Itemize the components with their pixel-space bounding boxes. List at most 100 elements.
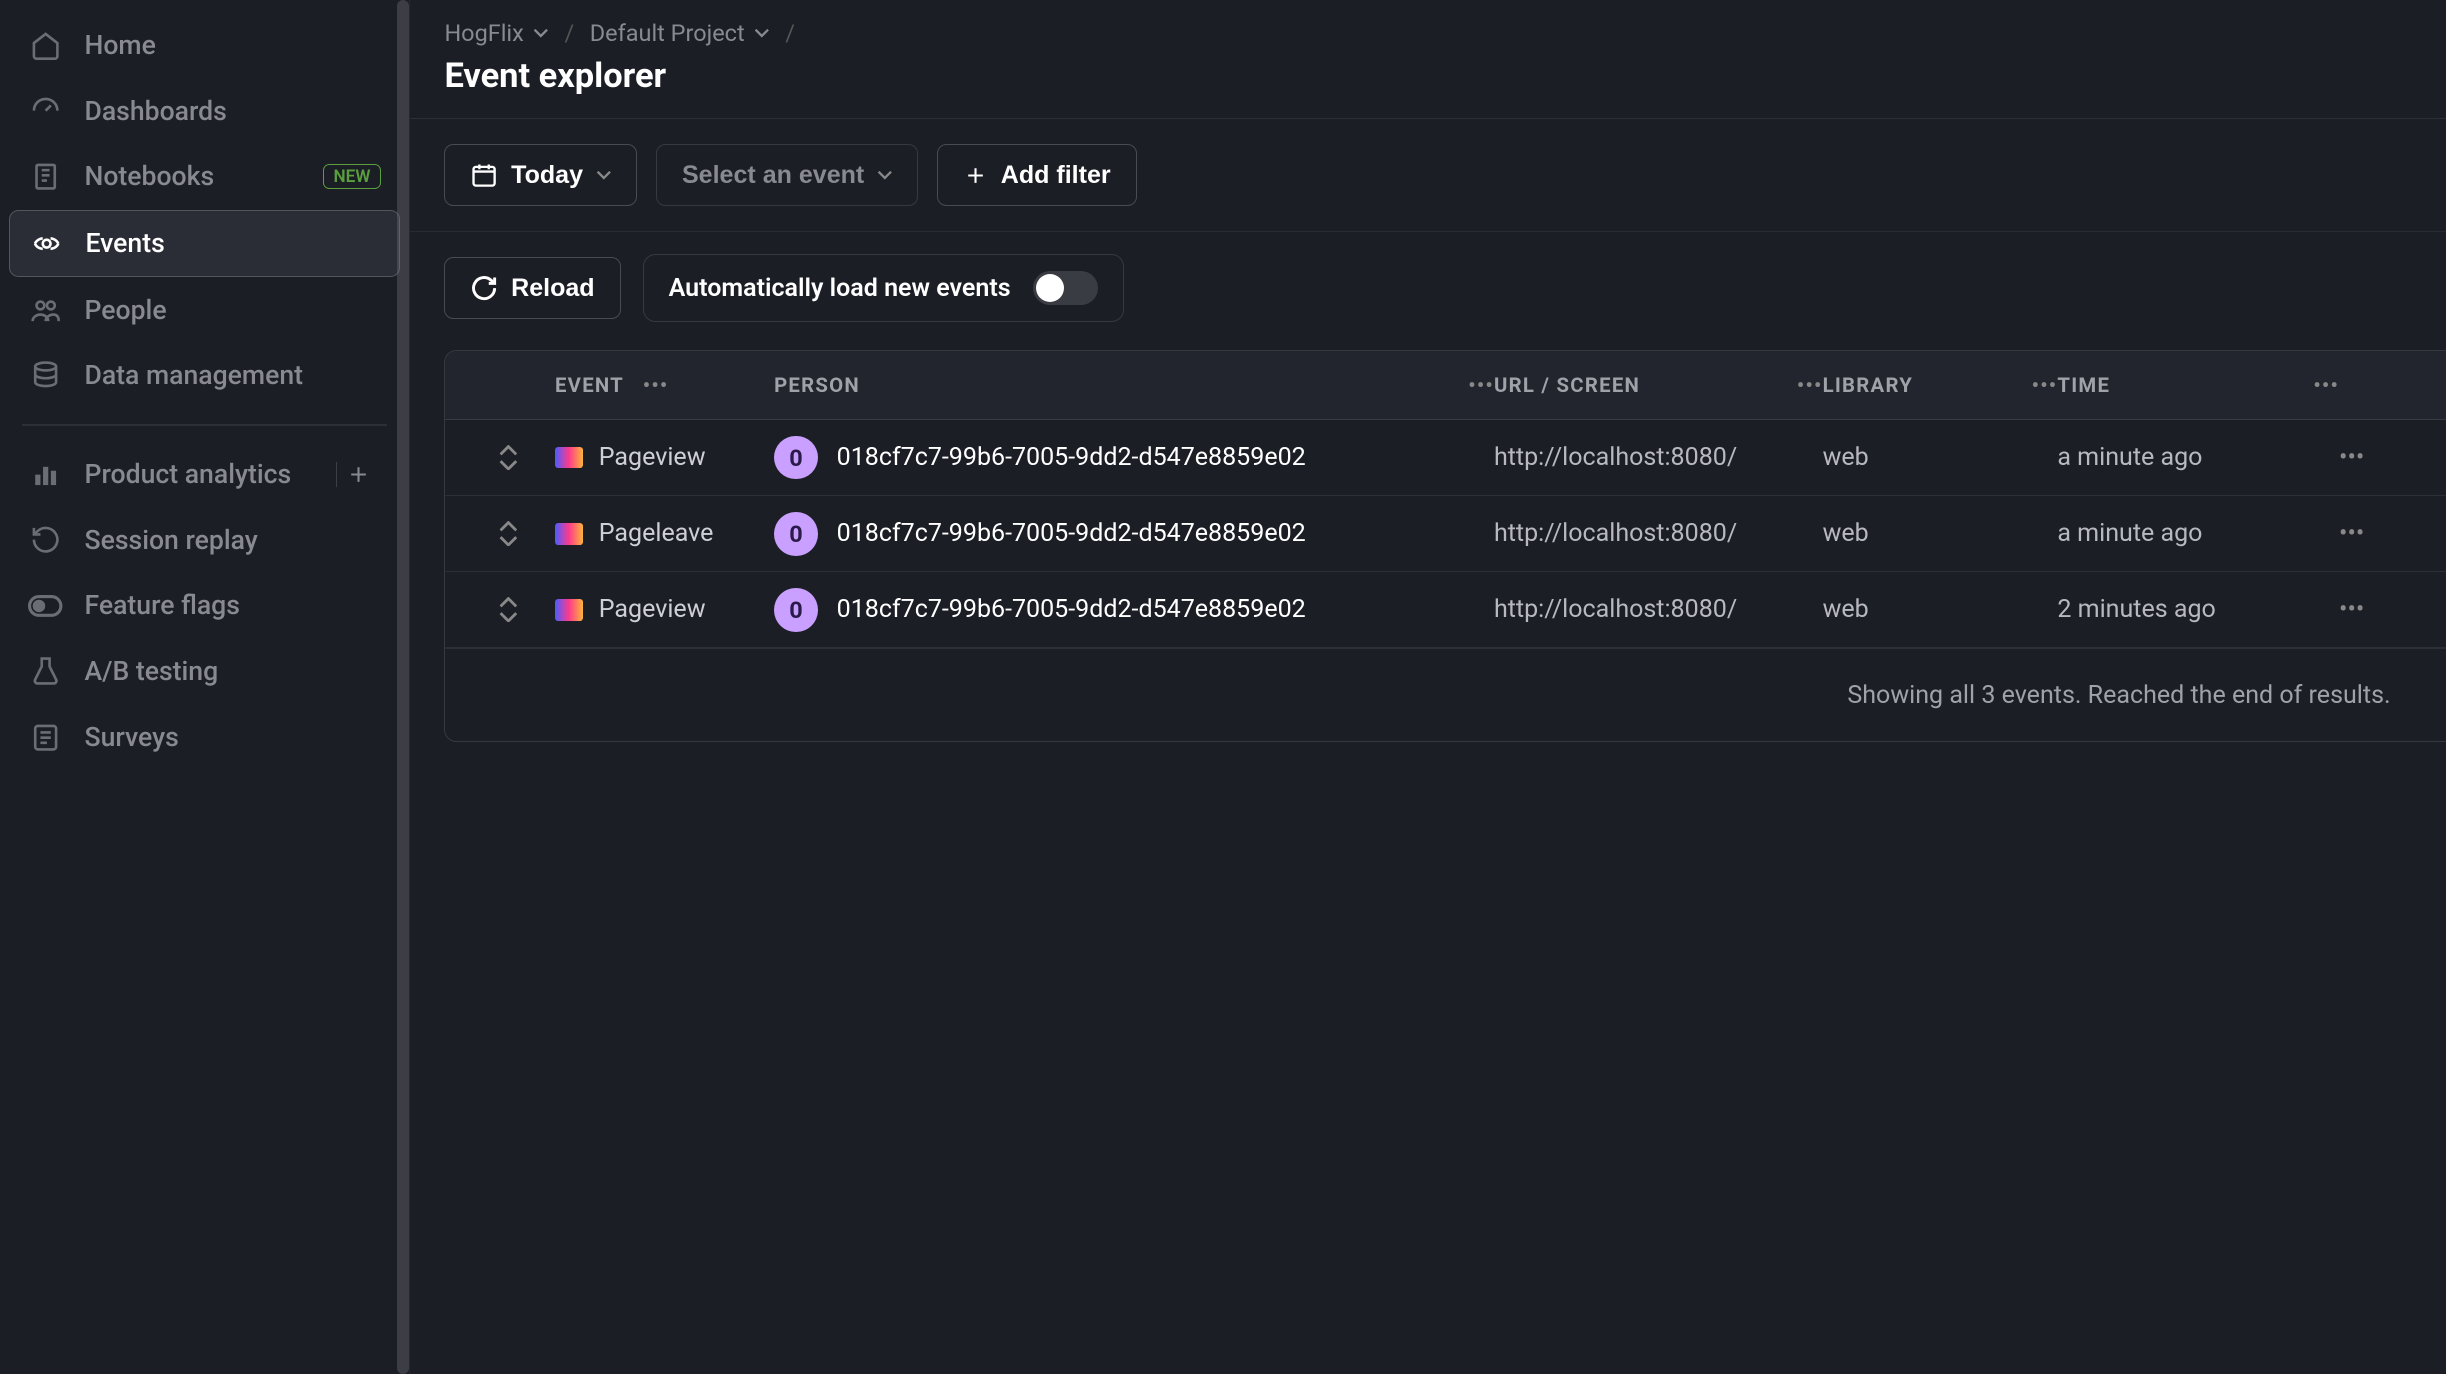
table-row[interactable]: Pageview 0 018cf7c7-99b6-7005-9dd2-d547e… [445,572,2446,648]
autoload-toggle-wrap: Automatically load new events [643,254,1125,322]
person-cell[interactable]: 0 018cf7c7-99b6-7005-9dd2-d547e8859e02 [774,512,1494,556]
row-menu[interactable]: ••• [2339,443,2433,472]
person-cell[interactable]: 0 018cf7c7-99b6-7005-9dd2-d547e8859e02 [774,588,1494,632]
reload-button[interactable]: Reload [444,257,620,319]
sidebar-item-dashboards[interactable]: Dashboards [9,78,399,144]
table-row[interactable]: Pageview 0 018cf7c7-99b6-7005-9dd2-d547e… [445,420,2446,496]
add-filter-label: Add filter [1001,161,1111,190]
row-menu[interactable]: ••• [2339,595,2433,624]
url-cell: http://localhost:8080/ [1494,595,1823,624]
th-event: EVENT [555,373,624,397]
main-content: HogFlix / Default Project / Event explor… [410,0,2446,1374]
people-icon [28,293,62,327]
autoload-label: Automatically load new events [669,274,1011,303]
notebook-icon [28,160,62,194]
th-person: PERSON [774,373,860,397]
breadcrumb-org-label: HogFlix [444,19,523,47]
reload-icon [470,274,498,302]
column-menu-person[interactable]: ••• [1468,373,1494,397]
sidebar-item-label: Product analytics [84,459,291,490]
time-cell: a minute ago [2057,519,2339,548]
sidebar-item-data-management[interactable]: Data management [9,343,399,409]
breadcrumb-project-label: Default Project [590,19,745,47]
filter-toolbar: Today Select an event Add filter PostHog… [410,119,2446,232]
library-cell: web [1823,519,2058,548]
event-select-button[interactable]: Select an event [656,144,918,206]
table-row[interactable]: Pageleave 0 018cf7c7-99b6-7005-9dd2-d547… [445,496,2446,572]
breadcrumb-project[interactable]: Default Project [590,19,770,47]
table-header: EVENT ••• PERSON ••• URL / SCREEN ••• LI… [445,351,2446,420]
avatar: 0 [774,436,818,480]
chevron-down-icon [533,25,549,41]
sidebar-item-notebooks[interactable]: Notebooks NEW [9,144,399,210]
gauge-icon [28,94,62,128]
page-header: HogFlix / Default Project / Event explor… [410,0,2446,119]
date-filter-button[interactable]: Today [444,144,637,206]
sidebar-item-surveys[interactable]: Surveys [9,704,399,770]
sidebar: Home Dashboards Notebooks NEW Events Peo… [0,0,410,1374]
reload-label: Reload [511,274,594,303]
page-title: Event explorer [444,56,2446,96]
sidebar-item-ab-testing[interactable]: A/B testing [9,639,399,705]
column-menu-library[interactable]: ••• [2032,373,2058,397]
breadcrumb-org[interactable]: HogFlix [444,19,548,47]
sidebar-item-label: A/B testing [84,656,218,687]
autoload-toggle[interactable] [1033,271,1099,305]
flask-icon [28,654,62,688]
row-expander[interactable] [461,521,555,546]
column-menu-time[interactable]: ••• [2313,373,2339,397]
event-cell: Pageview [555,595,774,624]
th-library: LIBRARY [1823,373,1914,397]
sidebar-item-label: Home [84,30,155,61]
column-menu-event[interactable]: ••• [643,373,669,397]
library-cell: web [1823,595,2058,624]
posthog-icon [555,599,583,621]
sidebar-item-label: Events [85,228,164,259]
event-name: Pageleave [599,519,714,548]
toggle-icon [28,589,62,623]
th-time: TIME [2057,373,2110,397]
person-id: 018cf7c7-99b6-7005-9dd2-d547e8859e02 [837,443,1306,472]
event-select-label: Select an event [682,161,864,190]
sidebar-item-product-analytics[interactable]: Product analytics [9,442,399,508]
sidebar-item-session-replay[interactable]: Session replay [9,507,399,573]
row-expander[interactable] [461,597,555,622]
sidebar-item-label: Notebooks [84,161,214,192]
calendar-icon [470,161,498,189]
breadcrumb-separator: / [785,19,795,47]
sidebar-item-label: Data management [84,360,303,391]
avatar: 0 [774,588,818,632]
survey-icon [28,720,62,754]
person-id: 018cf7c7-99b6-7005-9dd2-d547e8859e02 [837,595,1306,624]
nav-divider [22,424,387,426]
plus-icon [963,163,988,188]
person-cell[interactable]: 0 018cf7c7-99b6-7005-9dd2-d547e8859e02 [774,436,1494,480]
posthog-icon [555,447,583,469]
url-cell: http://localhost:8080/ [1494,443,1823,472]
breadcrumb-separator: / [564,19,574,47]
date-filter-label: Today [511,161,583,190]
events-icon [29,226,63,260]
add-insight-button[interactable] [336,462,381,487]
sidebar-item-feature-flags[interactable]: Feature flags [9,573,399,639]
row-expander[interactable] [461,445,555,470]
posthog-icon [555,523,583,545]
new-badge: NEW [323,164,381,189]
sidebar-item-home[interactable]: Home [9,13,399,79]
url-cell: http://localhost:8080/ [1494,519,1823,548]
table-footer: Showing all 3 events. Reached the end of… [445,648,2446,741]
action-bar: Reload Automatically load new events Con… [410,232,2446,344]
sidebar-item-label: Session replay [84,525,257,556]
add-filter-button[interactable]: Add filter [937,144,1136,206]
sidebar-item-people[interactable]: People [9,277,399,343]
row-menu[interactable]: ••• [2339,519,2433,548]
database-icon [28,359,62,393]
time-cell: 2 minutes ago [2057,595,2339,624]
breadcrumb: HogFlix / Default Project / [444,19,2446,47]
event-name: Pageview [599,443,706,472]
sidebar-item-label: Dashboards [84,96,226,127]
column-menu-url[interactable]: ••• [1797,373,1823,397]
avatar: 0 [774,512,818,556]
event-name: Pageview [599,595,706,624]
sidebar-item-events[interactable]: Events [9,210,399,278]
